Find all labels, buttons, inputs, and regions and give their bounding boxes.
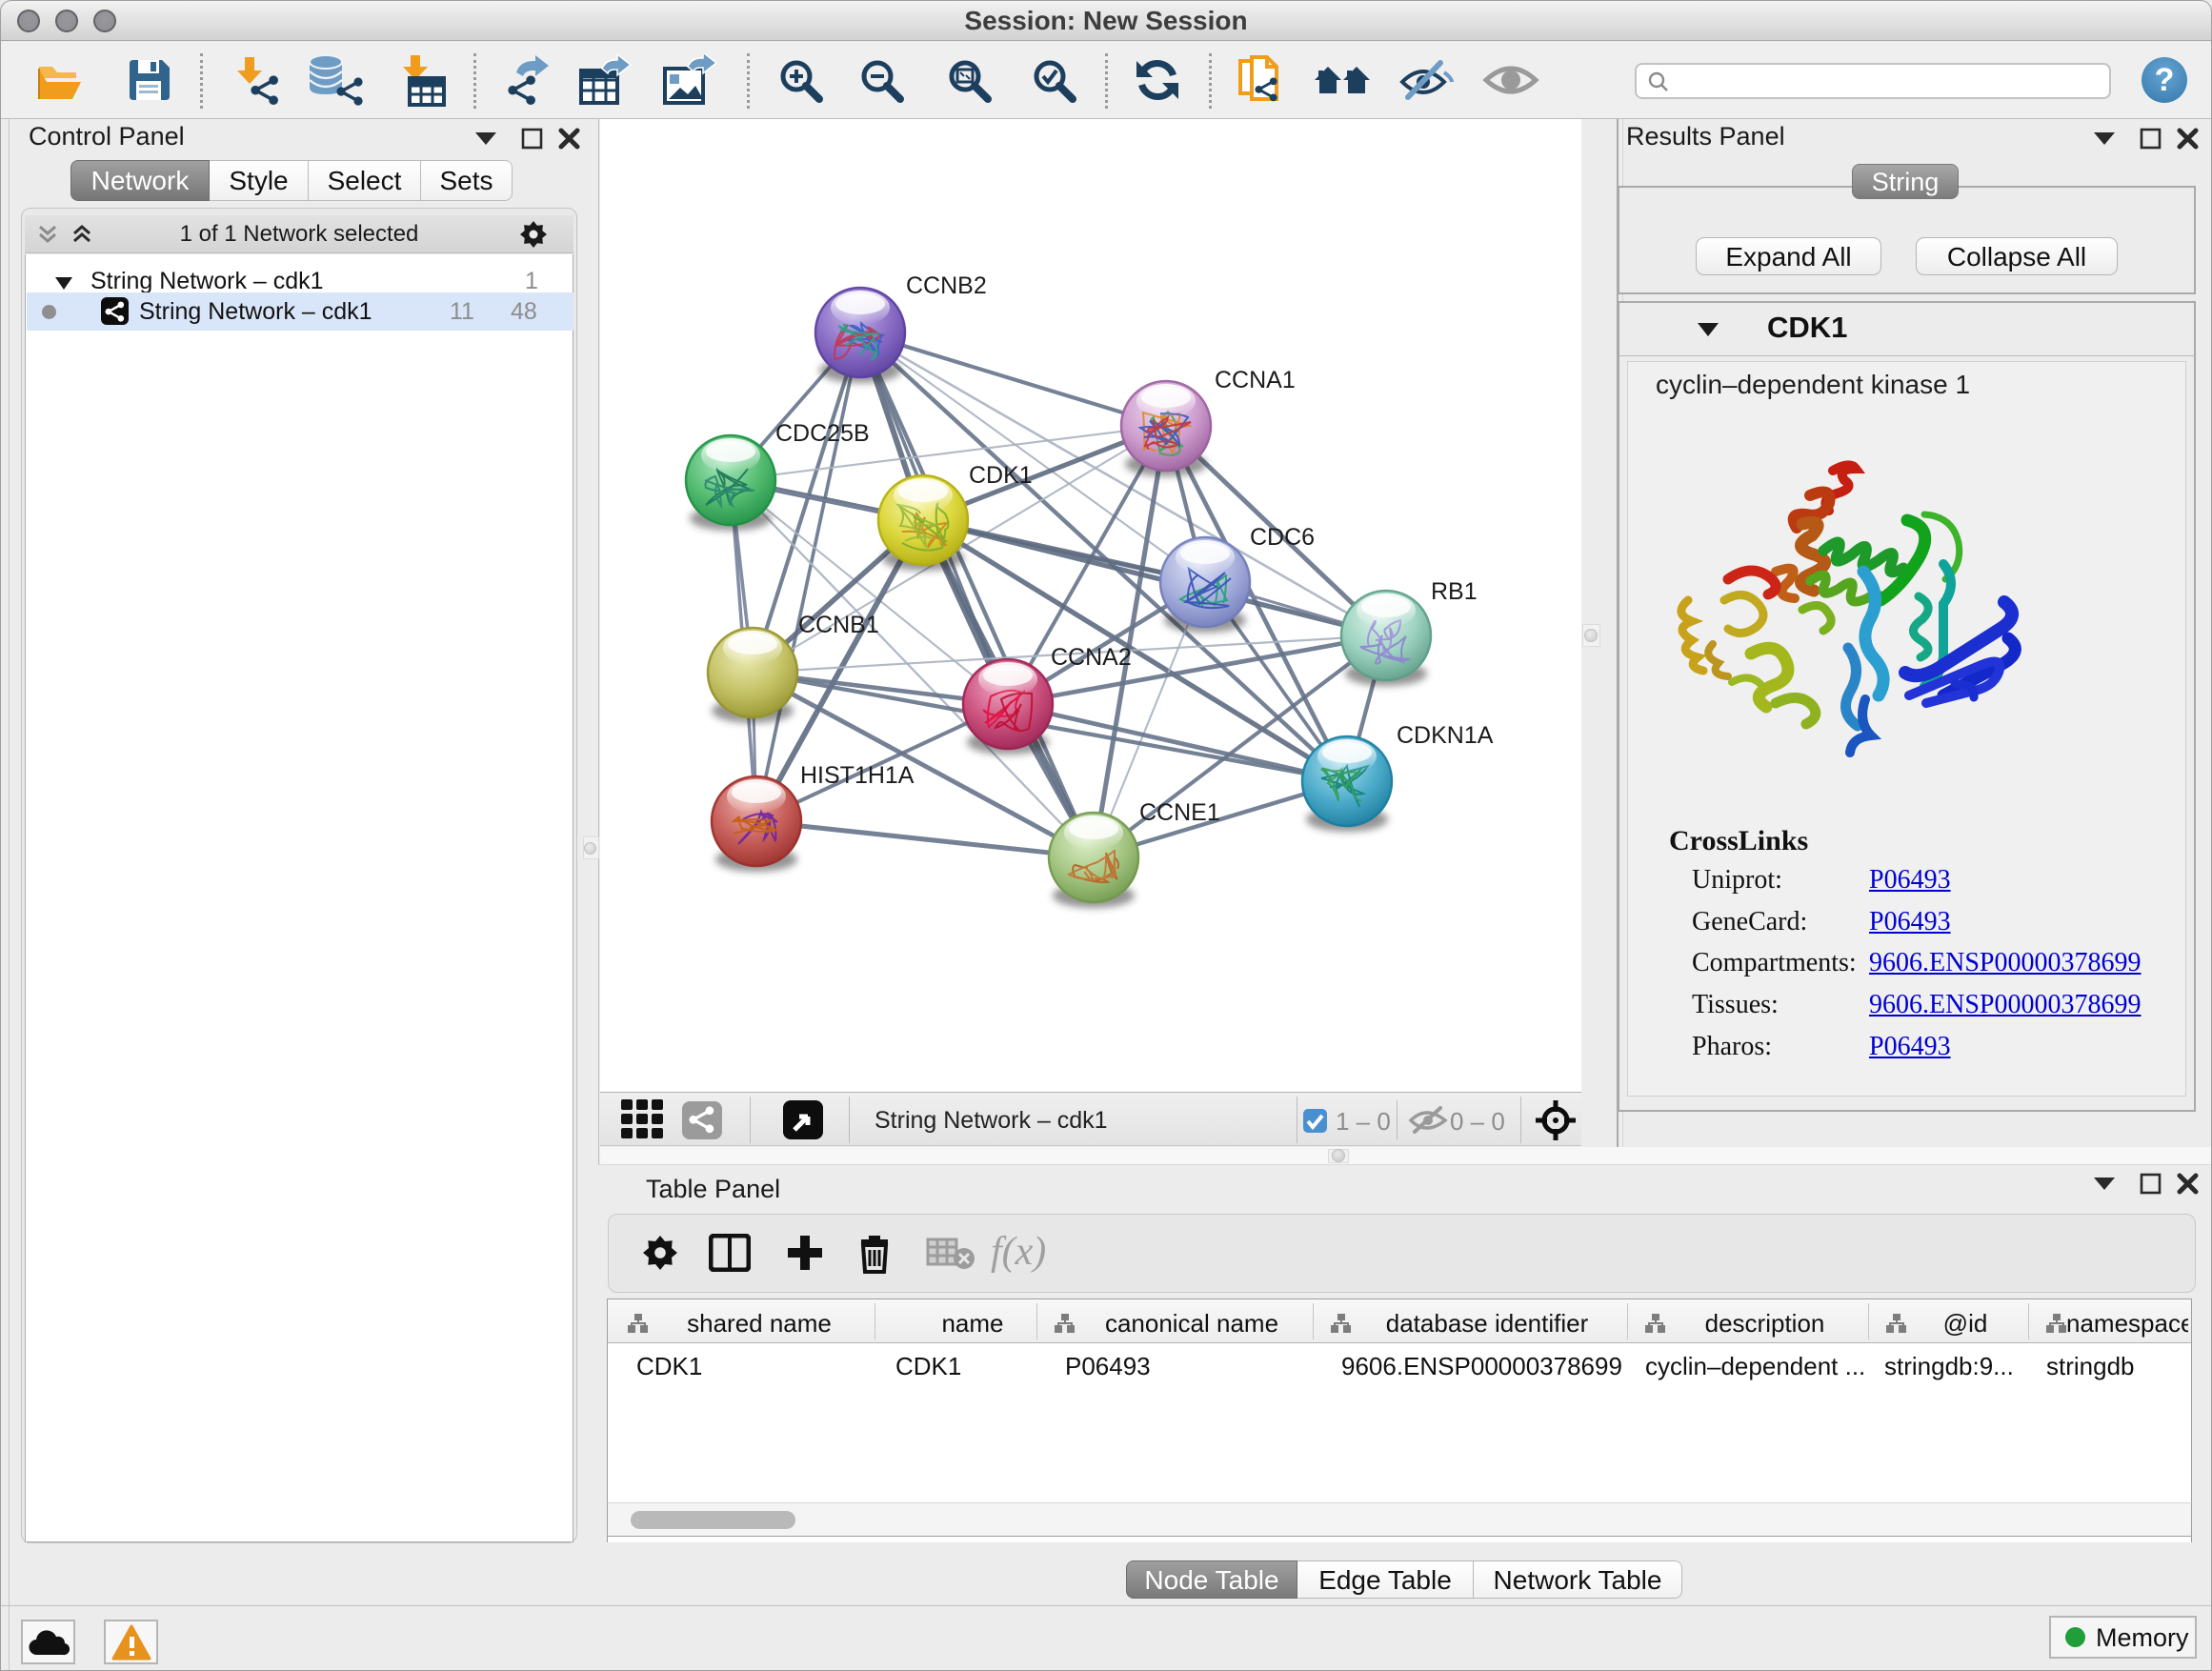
- svg-text:CCNB2: CCNB2: [906, 272, 987, 299]
- svg-text:CCNE1: CCNE1: [1139, 799, 1220, 826]
- svg-text:RB1: RB1: [1431, 578, 1478, 605]
- svg-text:CDKN1A: CDKN1A: [1397, 722, 1494, 749]
- svg-text:CDC6: CDC6: [1250, 524, 1315, 551]
- svg-text:CDC25B: CDC25B: [775, 420, 870, 447]
- svg-text:HIST1H1A: HIST1H1A: [800, 762, 915, 789]
- svg-text:CCNA2: CCNA2: [1051, 644, 1132, 671]
- svg-text:CCNA1: CCNA1: [1215, 367, 1296, 393]
- svg-text:CCNB1: CCNB1: [798, 612, 879, 638]
- svg-text:CDK1: CDK1: [969, 462, 1033, 489]
